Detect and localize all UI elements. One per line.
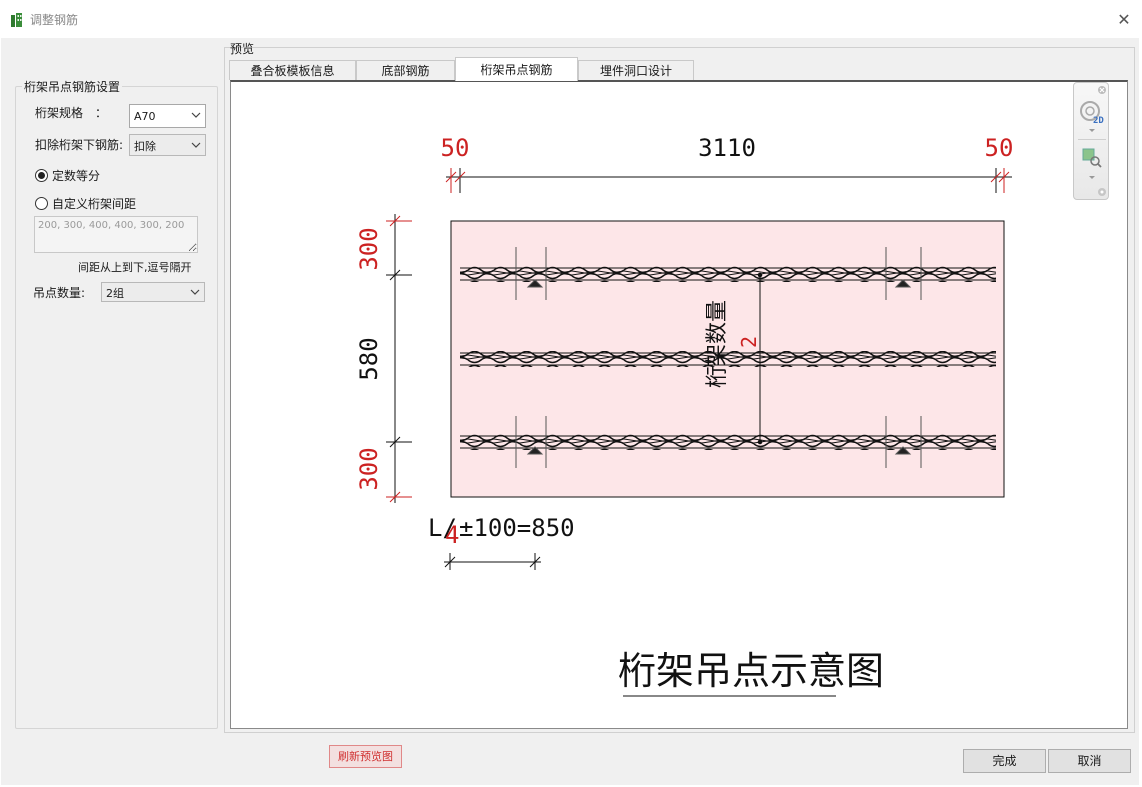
close-icon[interactable]: [1097, 85, 1107, 95]
zoom-region-icon[interactable]: [1081, 147, 1103, 169]
dim-total-width: 3110: [698, 134, 756, 162]
dim-bottom-edge: 300: [355, 447, 383, 490]
lift-formula-divisor: 4: [445, 521, 459, 549]
cancel-button[interactable]: 取消: [1048, 749, 1131, 773]
drawing-caption: 桁架吊点示意图: [618, 649, 884, 693]
view-2d-icon[interactable]: 2D: [1079, 99, 1105, 125]
lift-formula-suffix: ±100=850: [459, 514, 575, 542]
truss-rebar-top: [460, 266, 996, 282]
svg-text:2D: 2D: [1093, 116, 1104, 125]
truss-count-value: 2: [737, 336, 761, 348]
refresh-preview-button[interactable]: 刷新预览图: [329, 745, 402, 768]
view-toolbar: 2D: [1073, 82, 1109, 200]
chevron-down-icon[interactable]: [1087, 175, 1097, 181]
lift-distance-dimension: [444, 553, 541, 570]
dim-top-edge: 300: [355, 227, 383, 270]
top-dimension-ticks: [445, 168, 1010, 193]
truss-count-label: 桁架数量: [705, 300, 730, 388]
dim-truss-gap: 580: [355, 337, 383, 380]
chevron-down-icon[interactable]: [1087, 128, 1097, 134]
left-dimension-ticks: [386, 215, 412, 503]
tab-truss-lift-rebar[interactable]: 桁架吊点钢筋: [455, 57, 578, 81]
left-dimension-line: [386, 214, 412, 503]
toolbar-divider: [1078, 139, 1106, 140]
top-dimension-line: [446, 168, 1012, 193]
settings-icon[interactable]: [1097, 187, 1107, 197]
finish-button[interactable]: 完成: [963, 749, 1046, 773]
dim-right-margin: 50: [985, 134, 1014, 162]
truss-lift-drawing: 50 3110 50 300 580 300 桁架数量 2 L/ 4 ±100=…: [355, 134, 1014, 697]
dim-left-margin: 50: [441, 134, 470, 162]
truss-rebar-bottom: [460, 434, 996, 450]
